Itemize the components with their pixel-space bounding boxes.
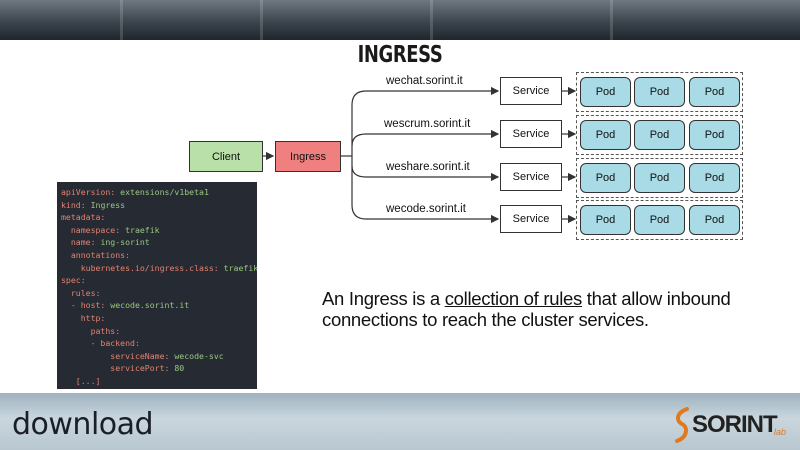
code-line: metadata: — [61, 211, 257, 224]
code-value: ing-sorint — [95, 237, 150, 248]
pod-node: Pod — [580, 120, 631, 150]
code-key: kubernetes.io/ingress.class: — [80, 262, 219, 273]
code-key: servicePort: — [110, 363, 170, 374]
pod-group: Pod Pod Pod — [576, 115, 743, 155]
code-key: name: — [70, 237, 96, 248]
pod-node: Pod — [580, 77, 631, 107]
pod-node: Pod — [634, 120, 685, 150]
pod-node: Pod — [689, 120, 740, 150]
code-line: kind: Ingress — [61, 199, 257, 212]
description-underlined-text: collection of rules — [444, 288, 583, 309]
pod-node: Pod — [580, 163, 631, 193]
pod-node: Pod — [634, 163, 685, 193]
route-host-label: wecode.sorint.it — [386, 203, 466, 215]
code-line: - backend: — [61, 337, 257, 350]
code-key: spec: — [61, 275, 86, 286]
code-line: http: — [61, 312, 257, 325]
code-line: spec: — [61, 274, 257, 287]
branch-trunk — [351, 90, 367, 220]
pod-group: Pod Pod Pod — [576, 72, 743, 112]
pod-node: Pod — [634, 77, 685, 107]
code-value: wecode.sorint.it — [105, 300, 190, 311]
pod-node: Pod — [689, 77, 740, 107]
code-line: servicePort: 80 — [61, 362, 257, 375]
sorint-logo-suffix: lab — [774, 427, 787, 437]
yaml-code-panel: apiVersion: extensions/v1beta1 kind: Ingr… — [57, 182, 257, 389]
code-line: - host: wecode.sorint.it — [61, 299, 257, 312]
code-line: serviceName: wecode-svc — [61, 350, 257, 363]
code-line: apiVersion: extensions/v1beta1 — [61, 186, 257, 199]
service-node: Service — [500, 205, 562, 233]
code-key: - backend: — [90, 338, 140, 349]
client-node: Client — [189, 141, 263, 172]
code-key: paths: — [90, 325, 121, 336]
service-node: Service — [500, 163, 562, 191]
ingress-description: An Ingress is a collection of rules that… — [322, 288, 782, 330]
pod-node: Pod — [689, 205, 740, 235]
code-line: [...] — [61, 375, 257, 388]
code-key: namespace: — [70, 224, 121, 235]
code-line: paths: — [61, 325, 257, 338]
pod-node: Pod — [580, 205, 631, 235]
code-value: Ingress — [85, 199, 126, 210]
code-key: rules: — [70, 287, 101, 298]
sorint-logo-text: SORINT — [692, 411, 778, 438]
pod-node: Pod — [634, 205, 685, 235]
description-text: An Ingress is a — [322, 288, 445, 309]
ingress-node: Ingress — [275, 141, 341, 172]
pod-group: Pod Pod Pod — [576, 200, 743, 240]
code-key: http: — [80, 312, 106, 323]
code-key: metadata: — [61, 212, 106, 223]
route-host-label: wechat.sorint.it — [386, 75, 463, 87]
code-line: name: ing-sorint — [61, 236, 257, 249]
code-key: [...] — [75, 375, 101, 386]
code-value: extensions/v1beta1 — [115, 187, 209, 197]
code-value: wecode-svc — [169, 350, 224, 361]
pod-node: Pod — [689, 163, 740, 193]
sorint-mark-icon — [675, 407, 689, 443]
code-value: 80 — [169, 363, 185, 374]
route-arrow-2 — [351, 129, 500, 147]
code-line: annotations: — [61, 249, 257, 262]
code-value: traefik — [218, 262, 257, 273]
code-value: traefik — [120, 224, 160, 235]
service-node: Service — [500, 120, 562, 148]
pod-group: Pod Pod Pod — [576, 158, 743, 198]
route-host-label: weshare.sorint.it — [386, 161, 470, 173]
code-key: apiVersion: — [61, 187, 116, 197]
code-line: rules: — [61, 287, 257, 300]
route-host-label: wescrum.sorint.it — [384, 118, 471, 130]
download-logo: download — [12, 407, 154, 442]
code-key: kind: — [61, 199, 86, 210]
code-line: namespace: traefik — [61, 224, 257, 237]
code-line: kubernetes.io/ingress.class: traefik — [61, 262, 257, 275]
service-node: Service — [500, 77, 562, 105]
code-key: serviceName: — [110, 350, 170, 361]
code-key: - host: — [70, 300, 106, 311]
code-key: annotations: — [70, 249, 131, 260]
